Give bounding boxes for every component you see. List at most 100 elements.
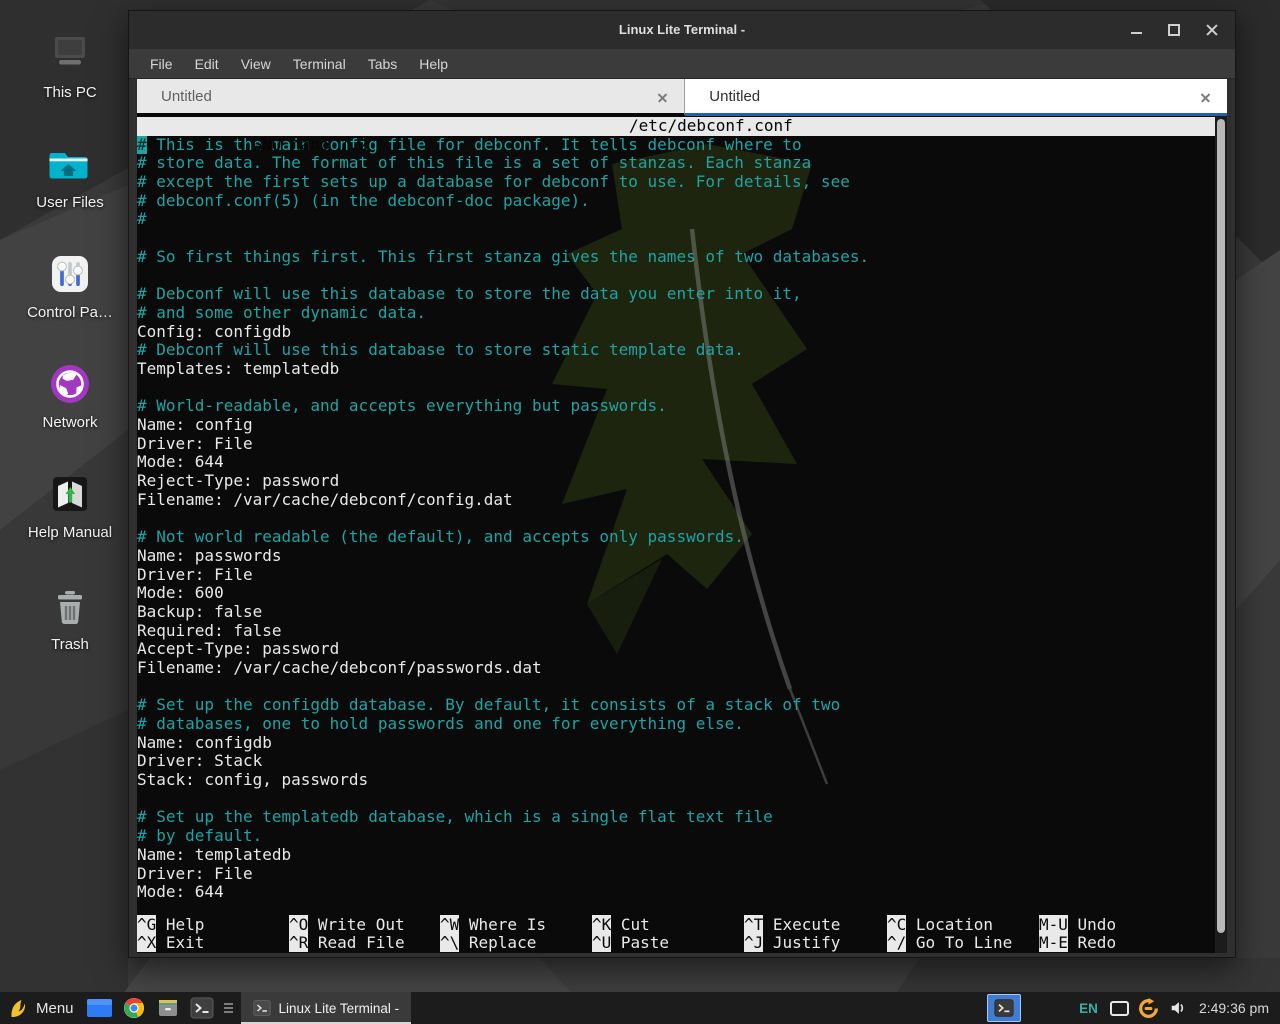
nano-shortcut-location: ^C Location <box>887 916 993 935</box>
terminal-line <box>137 229 1215 248</box>
desktop-icon-label: Control Pa… <box>8 304 132 321</box>
system-tray: EN 2:49:36 pm <box>987 994 1275 1022</box>
control-panel-sliders-icon <box>8 248 132 300</box>
menu-item-help[interactable]: Help <box>408 51 459 77</box>
terminal-scrollbar[interactable] <box>1215 116 1227 953</box>
desktop-icon-this-pc[interactable]: This PC <box>8 28 132 101</box>
chrome-browser-icon[interactable] <box>122 996 146 1020</box>
terminal-line <box>137 790 1215 809</box>
tab-bar: Untitled Untitled <box>137 79 1227 116</box>
menu-item-view[interactable]: View <box>230 51 282 77</box>
window-titlebar[interactable]: Linux Lite Terminal - <box>129 11 1235 49</box>
terminal-line: # <box>137 210 1215 229</box>
terminal-line: Driver: File <box>137 435 1215 454</box>
task-button-terminal[interactable]: Linux Lite Terminal - <box>241 992 412 1024</box>
nano-filename: /etc/debconf.conf <box>629 117 793 136</box>
terminal-line: Driver: Stack <box>137 752 1215 771</box>
terminal-line: # and some other dynamic data. <box>137 304 1215 323</box>
terminal-line <box>137 509 1215 528</box>
terminal-screen[interactable]: GNU nano 7.2 /etc/debconf.conf # This is… <box>137 116 1227 953</box>
maximize-button[interactable] <box>1167 23 1181 37</box>
shortcut-key: ^J <box>744 933 763 952</box>
tab-close-icon[interactable] <box>1200 92 1211 103</box>
display-settings-icon[interactable] <box>1110 1001 1129 1016</box>
task-button-label: Linux Lite Terminal - <box>279 1001 400 1016</box>
terminal-line: Stack: config, passwords <box>137 771 1215 790</box>
terminal-line <box>137 379 1215 398</box>
shortcut-key: ^X <box>137 933 156 952</box>
volume-icon[interactable] <box>1169 999 1187 1017</box>
desktop-icon-label: User Files <box>8 194 132 211</box>
terminal-line: Filename: /var/cache/debconf/passwords.d… <box>137 659 1215 678</box>
shortcut-row-1: ^G Help^O Write Out^W Where Is^K Cut^T E… <box>137 916 1215 935</box>
shortcut-key: ^U <box>592 933 611 952</box>
desktop-icon-label: Network <box>8 414 132 431</box>
shortcut-row-2: ^X Exit^R Read File^\ Replace^U Paste^J … <box>137 934 1215 953</box>
update-manager-icon[interactable] <box>1138 998 1159 1019</box>
terminal-line: # Debconf will use this database to stor… <box>137 341 1215 360</box>
menu-item-tabs[interactable]: Tabs <box>357 51 409 77</box>
desktop-icon-control-panel[interactable]: Control Pa… <box>8 248 132 321</box>
nano-title-bar: GNU nano 7.2 /etc/debconf.conf <box>137 117 1215 136</box>
shortcut-key: ^R <box>289 933 308 952</box>
network-globe-icon <box>8 358 132 410</box>
nano-shortcut-help: ^G Help <box>137 916 204 935</box>
archive-manager-icon[interactable] <box>156 996 180 1020</box>
terminal-line: Reject-Type: password <box>137 472 1215 491</box>
desktop-icon-help-manual[interactable]: Help Manual <box>8 468 132 541</box>
terminal-line: Name: configdb <box>137 734 1215 753</box>
workspace-switcher-icon[interactable] <box>87 998 112 1018</box>
menu-item-terminal[interactable]: Terminal <box>282 51 357 77</box>
menu-item-file[interactable]: File <box>139 51 184 77</box>
terminal-window: Linux Lite Terminal - FileEditViewTermin… <box>128 10 1236 958</box>
tab-untitled-2[interactable]: Untitled <box>685 79 1227 116</box>
close-button[interactable] <box>1205 23 1219 37</box>
keyboard-layout-indicator[interactable]: EN <box>1079 1001 1098 1016</box>
nano-shortcut-where-is: ^W Where Is <box>440 916 546 935</box>
terminal-line: # World-readable, and accepts everything… <box>137 397 1215 416</box>
terminal-line: Config: configdb <box>137 323 1215 342</box>
terminal-line: Driver: File <box>137 566 1215 585</box>
shortcut-key: ^O <box>289 915 308 934</box>
shortcut-key: ^T <box>744 915 763 934</box>
desktop-icon-network[interactable]: Network <box>8 358 132 431</box>
clock[interactable]: 2:49:36 pm <box>1199 1000 1269 1016</box>
terminal-line: Mode: 600 <box>137 584 1215 603</box>
scrollbar-thumb[interactable] <box>1217 119 1225 933</box>
trash-can-icon <box>8 580 132 632</box>
tray-terminal-icon[interactable] <box>987 994 1021 1022</box>
this-pc-icon <box>8 28 132 80</box>
terminal-line: Name: passwords <box>137 547 1215 566</box>
terminal-line: # databases, one to hold passwords and o… <box>137 715 1215 734</box>
menu-label[interactable]: Menu <box>36 1000 74 1017</box>
terminal-line: # Set up the configdb database. By defau… <box>137 696 1215 715</box>
shortcut-key: ^\ <box>440 933 459 952</box>
menu-item-edit[interactable]: Edit <box>184 51 230 77</box>
shortcut-key: ^/ <box>887 933 906 952</box>
terminal-line: # store data. The format of this file is… <box>137 154 1215 173</box>
terminal-line: Name: templatedb <box>137 846 1215 865</box>
nano-shortcut-replace: ^\ Replace <box>440 934 536 953</box>
minimize-button[interactable] <box>1129 23 1143 37</box>
tab-untitled-1[interactable]: Untitled <box>137 79 685 116</box>
start-menu-button[interactable] <box>8 998 29 1019</box>
terminal-launcher-icon[interactable] <box>190 996 214 1020</box>
panel-separator-handle[interactable] <box>224 1003 233 1013</box>
tab-close-icon[interactable] <box>657 92 668 103</box>
desktop-icon-user-files[interactable]: User Files <box>8 138 132 211</box>
window-title: Linux Lite Terminal - <box>129 11 1235 49</box>
help-manual-book-icon <box>8 468 132 520</box>
terminal-line: # So first things first. This first stan… <box>137 248 1215 267</box>
terminal-line: Templates: templatedb <box>137 360 1215 379</box>
terminal-line: Mode: 644 <box>137 883 1215 902</box>
nano-version: GNU nano 7.2 <box>233 135 368 154</box>
nano-shortcut-paste: ^U Paste <box>592 934 669 953</box>
nano-shortcut-exit: ^X Exit <box>137 934 204 953</box>
desktop-icon-trash[interactable]: Trash <box>8 580 132 653</box>
shortcut-key: M-U <box>1039 915 1068 934</box>
shortcut-key: M-E <box>1039 933 1068 952</box>
nano-lines: # This is the main config file for debco… <box>137 136 1215 902</box>
terminal-line: Backup: false <box>137 603 1215 622</box>
terminal-line: # except the first sets up a database fo… <box>137 173 1215 192</box>
terminal-line: Name: config <box>137 416 1215 435</box>
